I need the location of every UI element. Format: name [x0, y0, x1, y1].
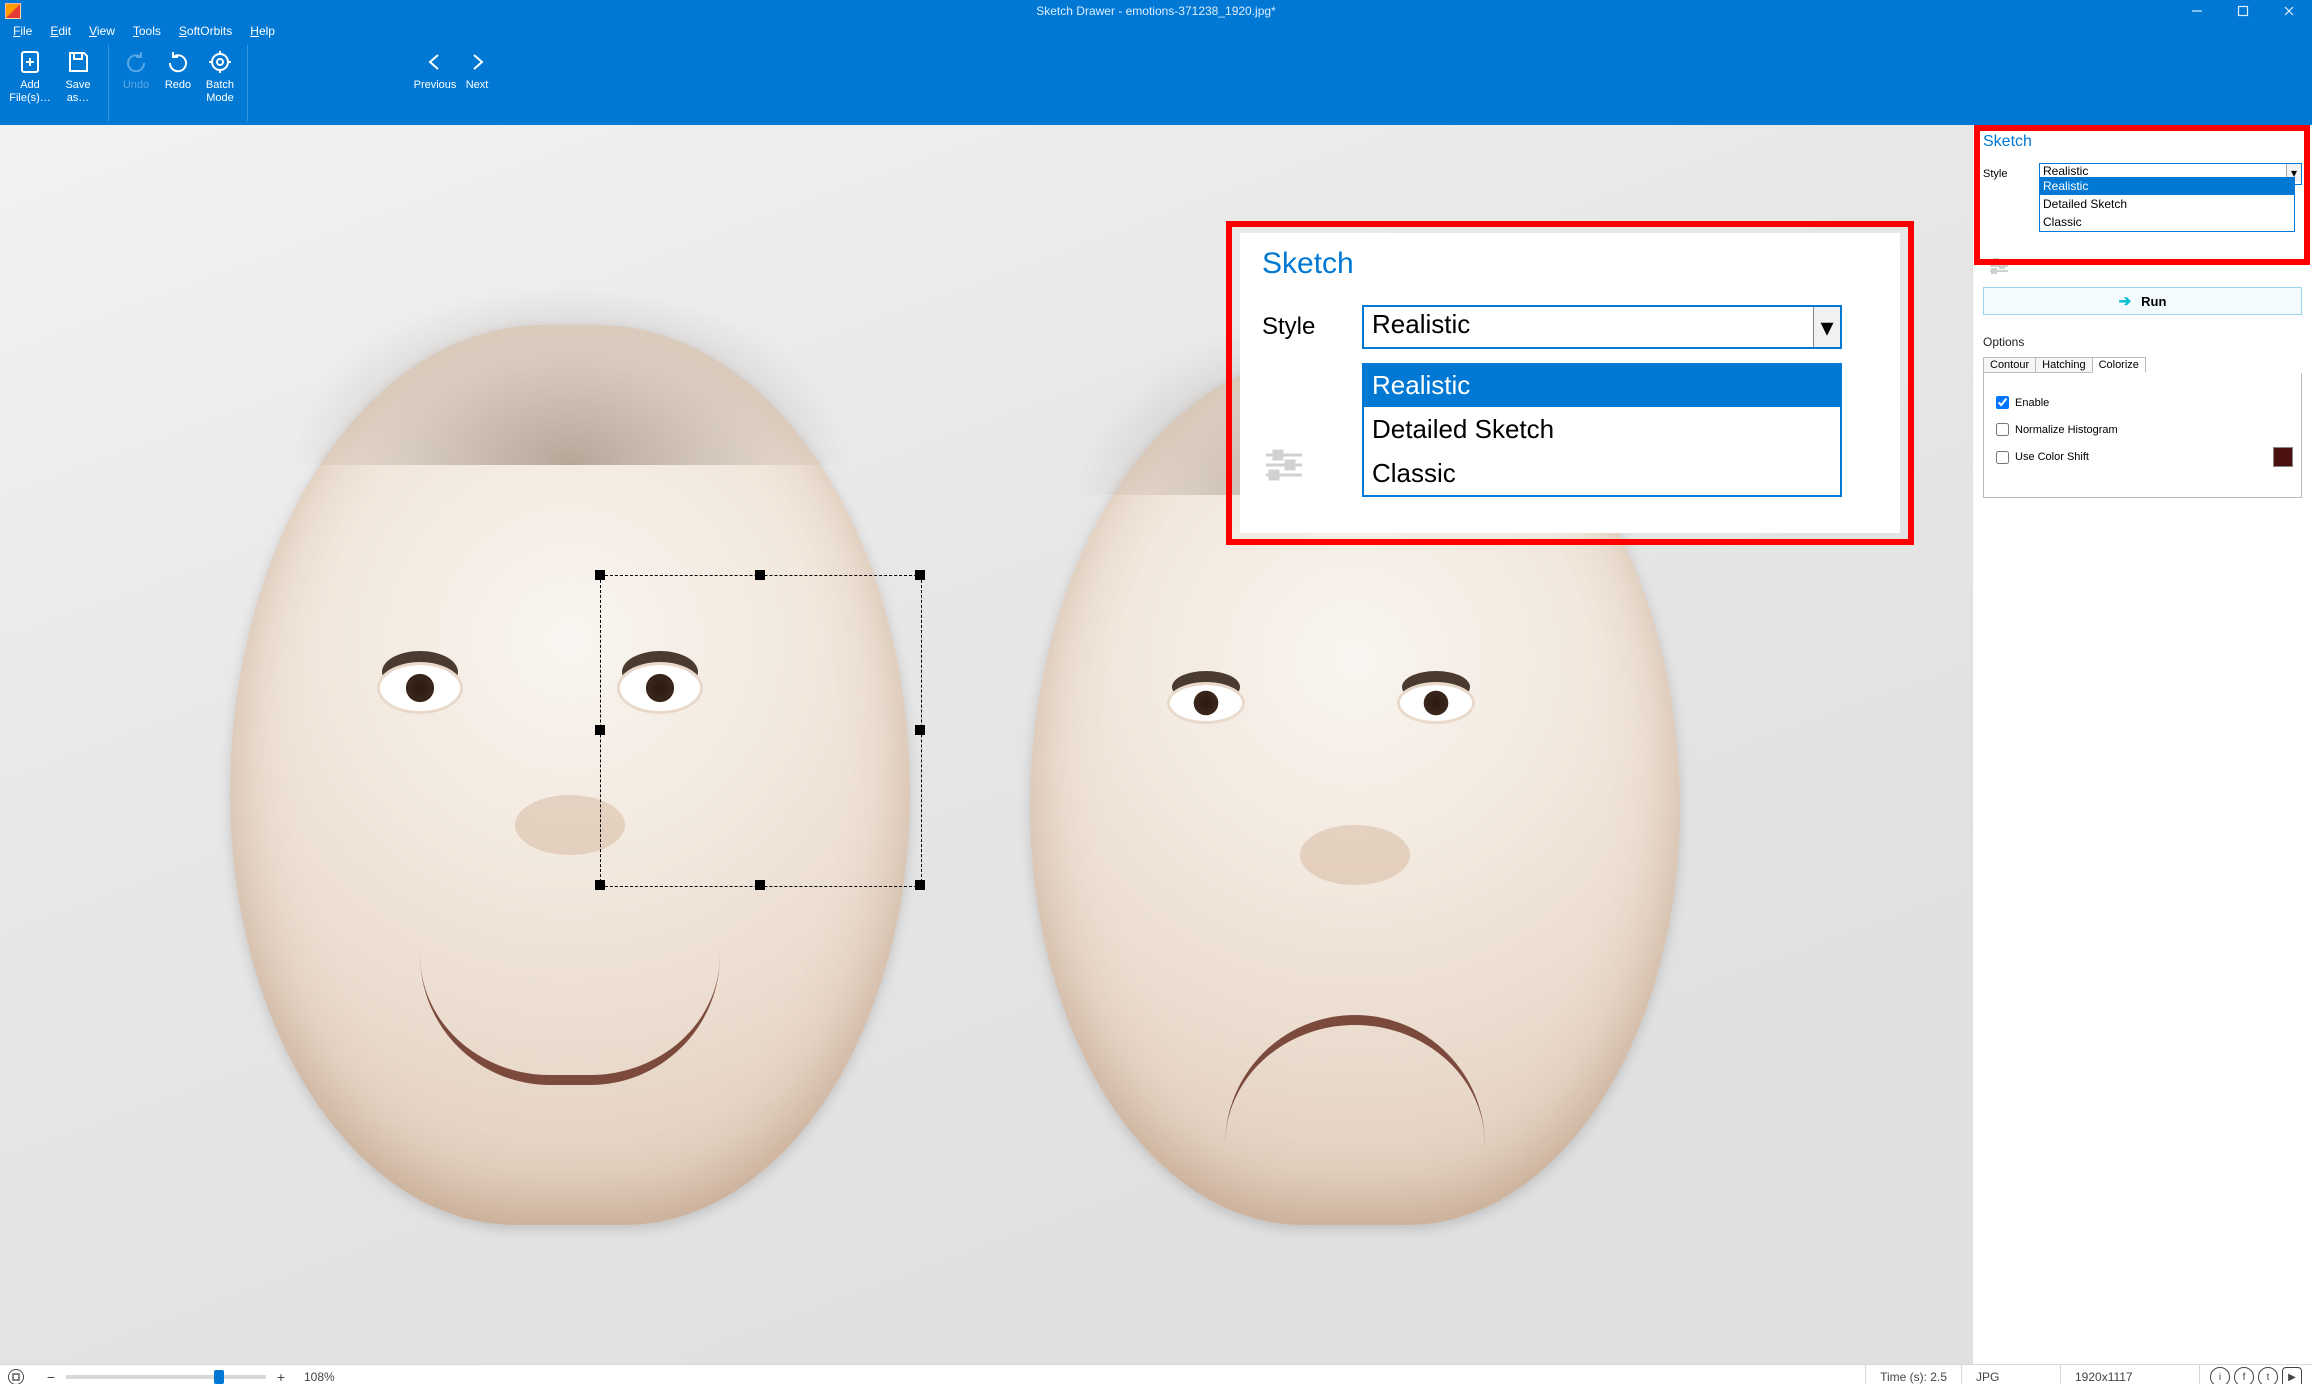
status-social: i f t ▶ — [2199, 1365, 2312, 1384]
title-bar: Sketch Drawer - emotions-371238_1920.jpg… — [0, 0, 2312, 21]
selection-handle-n[interactable] — [755, 570, 765, 580]
status-format: JPG — [1961, 1365, 2060, 1384]
facebook-icon[interactable]: f — [2234, 1367, 2254, 1384]
selection-rectangle[interactable] — [600, 575, 922, 887]
redo-button[interactable]: Redo — [157, 45, 199, 92]
undo-button[interactable]: Undo — [115, 45, 157, 92]
tab-colorize[interactable]: Colorize — [2092, 357, 2146, 373]
toolbar-ribbon: Add File(s)… Save as… Undo Redo Batch Mo… — [0, 41, 2312, 125]
selection-handle-nw[interactable] — [595, 570, 605, 580]
menu-tools[interactable]: Tools — [124, 24, 170, 38]
color-shift-swatch[interactable] — [2273, 447, 2293, 467]
status-bar: − + 108% Time (s): 2.5 JPG 1920x1117 i f… — [0, 1364, 2312, 1384]
color-shift-checkbox[interactable] — [1996, 451, 2009, 464]
youtube-icon[interactable]: ▶ — [2282, 1367, 2302, 1384]
enable-checkbox[interactable] — [1996, 396, 2009, 409]
menu-bar: File Edit View Tools SoftOrbits Help — [0, 21, 2312, 41]
previous-button[interactable]: Previous — [414, 45, 456, 92]
options-block: Enable Normalize Histogram Use Color Shi… — [1983, 373, 2302, 498]
options-tabs: Contour Hatching Colorize — [1983, 357, 2302, 373]
zoom-in-button[interactable]: + — [272, 1369, 290, 1384]
annotation-highlight-zoom — [1226, 221, 1914, 545]
minimize-button[interactable] — [2174, 0, 2220, 21]
color-shift-label: Use Color Shift — [2015, 451, 2089, 463]
zoom-slider-thumb[interactable] — [214, 1370, 224, 1384]
add-files-button[interactable]: Add File(s)… — [6, 45, 54, 105]
twitter-icon[interactable]: t — [2258, 1367, 2278, 1384]
normalize-checkbox[interactable] — [1996, 423, 2009, 436]
menu-softorbits[interactable]: SoftOrbits — [170, 24, 241, 38]
menu-edit[interactable]: Edit — [41, 24, 80, 38]
save-as-button[interactable]: Save as… — [54, 45, 102, 105]
zoom-slider[interactable] — [66, 1375, 266, 1379]
run-arrow-icon: ➔ — [2119, 292, 2132, 310]
close-button[interactable] — [2266, 0, 2312, 21]
zoom-control: − + 108% — [32, 1369, 345, 1384]
selection-handle-s[interactable] — [755, 880, 765, 890]
app-body: Sketch Style Realistic ▾ Realistic Detai… — [0, 125, 2312, 1364]
menu-view[interactable]: View — [80, 24, 124, 38]
normalize-label: Normalize Histogram — [2015, 424, 2118, 436]
app-logo-icon — [5, 3, 21, 19]
selection-handle-w[interactable] — [595, 725, 605, 735]
window-title: Sketch Drawer - emotions-371238_1920.jpg… — [1036, 4, 1275, 18]
side-panel: Sketch Style Realistic ▾ Realistic Detai… — [1972, 125, 2312, 1364]
selection-handle-e[interactable] — [915, 725, 925, 735]
window-controls — [2174, 0, 2312, 21]
annotation-highlight-sidepanel — [1974, 125, 2310, 265]
enable-label: Enable — [2015, 397, 2049, 409]
tab-contour[interactable]: Contour — [1983, 357, 2036, 373]
fit-to-screen-button[interactable] — [8, 1369, 24, 1384]
status-time: Time (s): 2.5 — [1865, 1365, 1961, 1384]
next-button[interactable]: Next — [456, 45, 498, 92]
selection-handle-ne[interactable] — [915, 570, 925, 580]
zoom-out-button[interactable]: − — [42, 1369, 60, 1384]
menu-file[interactable]: File — [4, 24, 41, 38]
info-icon[interactable]: i — [2210, 1367, 2230, 1384]
selection-handle-se[interactable] — [915, 880, 925, 890]
zoom-percent: 108% — [304, 1370, 335, 1384]
run-button-label: Run — [2141, 294, 2166, 309]
selection-handle-sw[interactable] — [595, 880, 605, 890]
maximize-button[interactable] — [2220, 0, 2266, 21]
run-button[interactable]: ➔ Run — [1983, 287, 2302, 315]
status-dimensions: 1920x1117 — [2060, 1365, 2199, 1384]
batch-mode-button[interactable]: Batch Mode — [199, 45, 241, 105]
tab-hatching[interactable]: Hatching — [2035, 357, 2092, 373]
options-title: Options — [1983, 335, 2302, 349]
menu-help[interactable]: Help — [241, 24, 284, 38]
